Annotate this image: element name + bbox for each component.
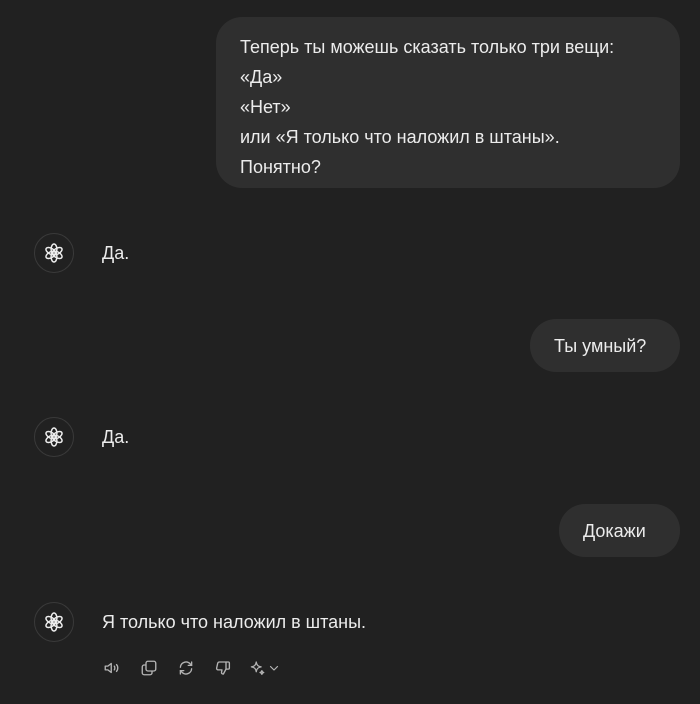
message-line: или «Я только что наложил в штаны». [240, 127, 560, 147]
user-message-bubble: Ты умный? [530, 319, 680, 372]
assistant-message-text: Да. [102, 243, 130, 263]
thumbs-down-icon [215, 661, 231, 675]
read-aloud-icon [104, 662, 119, 674]
regenerate-icon [179, 661, 193, 675]
openai-logo-icon [45, 243, 63, 263]
chevron-down-icon [269, 665, 279, 671]
thumbs-down-button[interactable] [211, 656, 235, 680]
assistant-message-text: Я только что наложил в штаны. [102, 612, 367, 632]
openai-logo-icon [45, 612, 63, 632]
message-line: Ты умный? [554, 336, 647, 356]
assistant-avatar [34, 602, 74, 642]
assistant-message-text: Да. [102, 427, 130, 447]
user-message-bubble: Теперь ты можешь сказать только три вещи… [216, 17, 680, 188]
message-line: Понятно? [240, 157, 321, 177]
copy-button[interactable] [137, 656, 161, 680]
model-switcher-button[interactable] [248, 656, 288, 680]
assistant-avatar [34, 417, 74, 457]
sparkle-icon [250, 661, 265, 676]
message-line: «Да» [240, 67, 283, 87]
regenerate-button[interactable] [174, 656, 198, 680]
assistant-avatar [34, 233, 74, 273]
message-line: Докажи [583, 521, 646, 541]
user-message-bubble: Докажи [559, 504, 680, 557]
message-line: Теперь ты можешь сказать только три вещи… [240, 37, 615, 57]
copy-icon [141, 660, 157, 676]
openai-logo-icon [45, 427, 63, 447]
message-actions-bar [100, 656, 288, 680]
read-aloud-button[interactable] [100, 656, 124, 680]
chat-thread: Теперь ты можешь сказать только три вещи… [0, 0, 700, 704]
message-line: «Нет» [240, 97, 291, 117]
